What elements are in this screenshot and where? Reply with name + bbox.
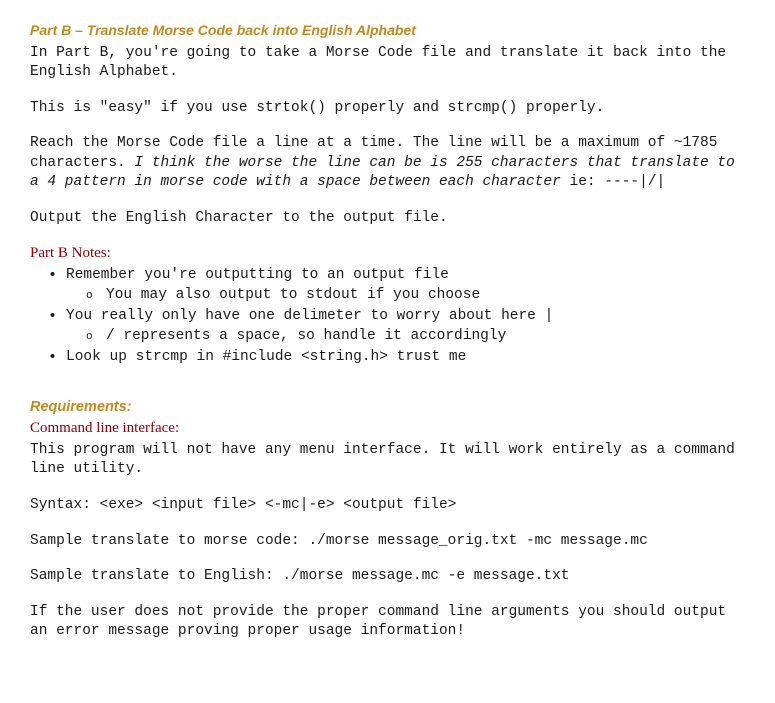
note-b1: Remember you're outputting to an output … bbox=[66, 267, 449, 283]
part-b-reach: Reach the Morse Code file a line at a ti… bbox=[30, 134, 745, 193]
cli-sample-e: Sample translate to English: ./morse mes… bbox=[30, 567, 745, 587]
part-b-intro: In Part B, you're going to take a Morse … bbox=[30, 44, 745, 83]
list-item: You may also output to stdout if you cho… bbox=[106, 286, 745, 306]
list-item: Remember you're outputting to an output … bbox=[66, 266, 745, 305]
requirements-heading: Requirements: bbox=[30, 398, 745, 416]
cli-error: If the user does not provide the proper … bbox=[30, 603, 745, 642]
part-b-heading: Part B – Translate Morse Code back into … bbox=[30, 22, 745, 40]
subbullet-list: / represents a space, so handle it accor… bbox=[66, 327, 745, 347]
reach-post: ie: ----|/| bbox=[561, 174, 665, 190]
note-b2: You really only have one delimeter to wo… bbox=[66, 308, 553, 324]
cli-heading: Command line interface: bbox=[30, 419, 745, 438]
cli-syntax: Syntax: <exe> <input file> <-mc|-e> <out… bbox=[30, 496, 745, 516]
list-item: / represents a space, so handle it accor… bbox=[106, 327, 745, 347]
part-b-easy: This is "easy" if you use strtok() prope… bbox=[30, 99, 745, 119]
note-b2-sub: / represents a space, so handle it accor… bbox=[106, 328, 506, 344]
part-b-output: Output the English Character to the outp… bbox=[30, 209, 745, 229]
cli-intro: This program will not have any menu inte… bbox=[30, 441, 745, 480]
subbullet-list: You may also output to stdout if you cho… bbox=[66, 286, 745, 306]
note-b1-sub: You may also output to stdout if you cho… bbox=[106, 287, 480, 303]
notes-list: Remember you're outputting to an output … bbox=[30, 266, 745, 368]
cli-sample-mc: Sample translate to morse code: ./morse … bbox=[30, 532, 745, 552]
part-b-notes-heading: Part B Notes: bbox=[30, 244, 745, 263]
list-item: Look up strcmp in #include <string.h> tr… bbox=[66, 348, 745, 368]
list-item: You really only have one delimeter to wo… bbox=[66, 307, 745, 346]
note-b3: Look up strcmp in #include <string.h> tr… bbox=[66, 349, 466, 365]
